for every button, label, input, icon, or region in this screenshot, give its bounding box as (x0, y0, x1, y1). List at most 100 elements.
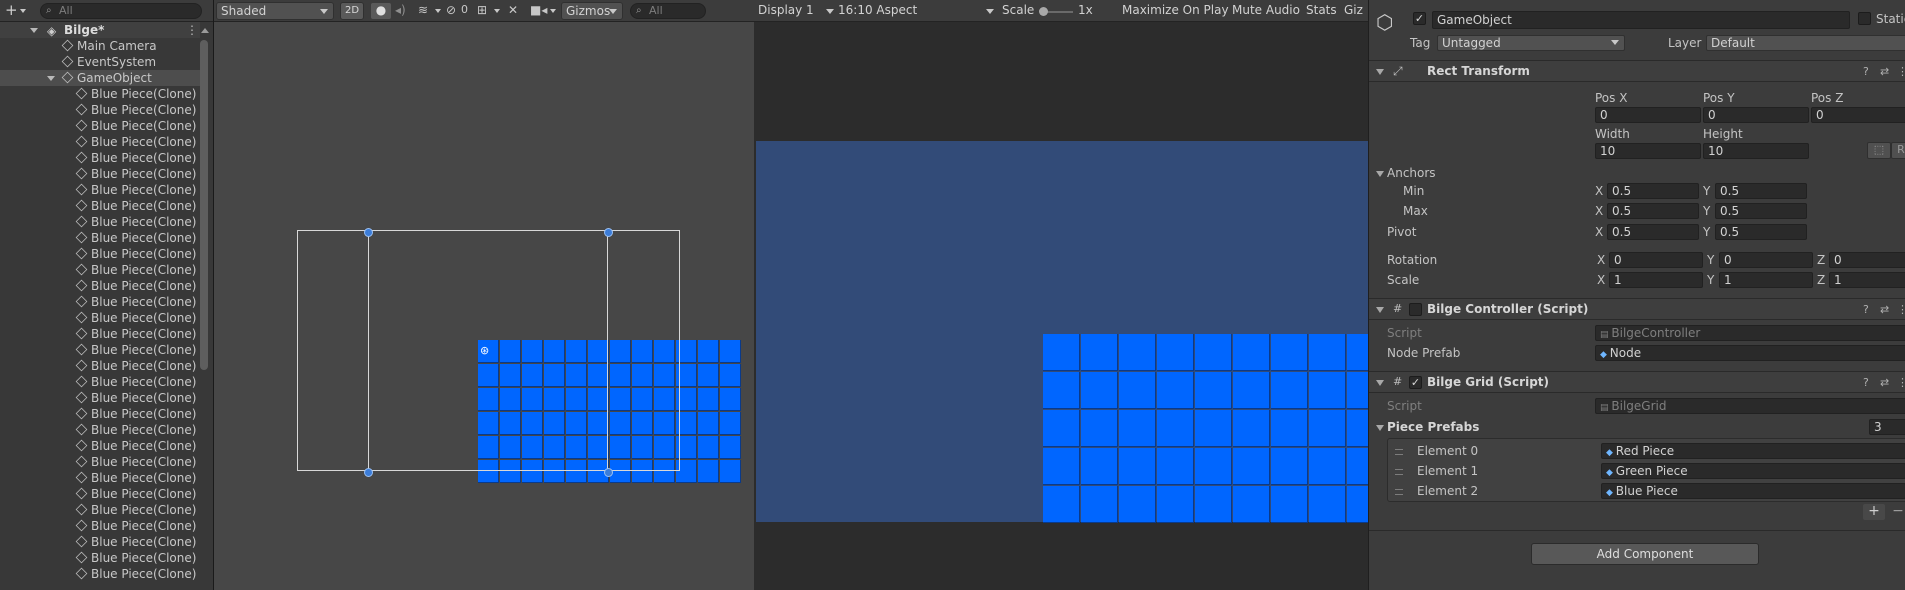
hidden-objects-toggle-icon[interactable]: ⊘ (446, 3, 456, 17)
hierarchy-item-blue-piece-clone[interactable]: Blue Piece(Clone) (0, 358, 200, 374)
pivot-x-field[interactable]: 0.5 (1607, 224, 1699, 240)
pivot-icon[interactable]: ⊛ (480, 344, 489, 357)
hierarchy-item-blue-piece-clone[interactable]: Blue Piece(Clone) (0, 390, 200, 406)
scene-search-input[interactable]: ⌕ All (630, 3, 706, 19)
width-field[interactable]: 10 (1595, 143, 1701, 159)
fold-arrow-icon[interactable] (1376, 307, 1384, 313)
shading-mode-dropdown[interactable]: Shaded (216, 2, 334, 20)
static-checkbox[interactable] (1858, 12, 1871, 25)
drag-handle-icon[interactable] (1395, 489, 1403, 495)
pos-x-field[interactable]: 0 (1595, 107, 1701, 123)
hierarchy-item-blue-piece-clone[interactable]: Blue Piece(Clone) (0, 134, 200, 150)
drag-handle-icon[interactable] (1395, 449, 1403, 455)
node-prefab-field[interactable]: ◆ Node (1595, 345, 1905, 361)
fold-arrow-icon[interactable] (1376, 69, 1384, 75)
hierarchy-item-blue-piece-clone[interactable]: Blue Piece(Clone) (0, 486, 200, 502)
raw-edit-button[interactable]: R (1891, 142, 1905, 159)
rect-handle-bottom-right[interactable] (604, 468, 613, 477)
anchor-max-y-field[interactable]: 0.5 (1715, 203, 1807, 219)
hierarchy-item-blue-piece-clone[interactable]: Blue Piece(Clone) (0, 278, 200, 294)
drag-handle-icon[interactable] (1395, 469, 1403, 475)
layer-dropdown[interactable]: Default (1706, 35, 1905, 51)
hierarchy-item-blue-piece-clone[interactable]: Blue Piece(Clone) (0, 406, 200, 422)
bilge-controller-header[interactable]: # Bilge Controller (Script) ? ⇄ ⋮ (1369, 298, 1905, 320)
hierarchy-item-blue-piece-clone[interactable]: Blue Piece(Clone) (0, 502, 200, 518)
blueprint-mode-button[interactable]: ⬚ (1867, 142, 1891, 159)
component-menu-icon[interactable]: ⋮ (1897, 303, 1905, 316)
lighting-toggle-icon[interactable]: ● (371, 3, 391, 19)
rotation-x-field[interactable]: 0 (1609, 252, 1703, 268)
rect-transform-header[interactable]: ⤢ Rect Transform ? ⇄ ⋮ (1369, 60, 1905, 82)
camera-dropdown-caret-icon[interactable] (550, 9, 556, 13)
rotation-z-field[interactable]: 0 (1829, 252, 1905, 268)
pivot-y-field[interactable]: 0.5 (1715, 224, 1807, 240)
component-menu-icon[interactable]: ⋮ (1897, 65, 1905, 78)
element-prefab-field[interactable]: ◆ Green Piece (1601, 463, 1905, 479)
hierarchy-item-blue-piece-clone[interactable]: Blue Piece(Clone) (0, 566, 200, 582)
anchor-min-x-field[interactable]: 0.5 (1607, 183, 1699, 199)
scale-z-field[interactable]: 1 (1829, 272, 1905, 288)
scale-slider-thumb[interactable] (1039, 7, 1048, 16)
hierarchy-scroll-up-icon[interactable] (201, 28, 209, 33)
help-icon[interactable]: ? (1863, 376, 1869, 389)
audio-toggle-icon[interactable]: ◂) (395, 3, 406, 17)
rect-handle-bottom-left[interactable] (364, 468, 373, 477)
help-icon[interactable]: ? (1863, 303, 1869, 316)
fold-arrow-icon[interactable] (47, 76, 55, 81)
preset-icon[interactable]: ⇄ (1880, 65, 1889, 78)
mute-audio-toggle[interactable]: Mute Audio (1232, 3, 1300, 17)
active-checkbox[interactable]: ✓ (1413, 12, 1426, 25)
scale-x-field[interactable]: 1 (1609, 272, 1703, 288)
rotation-y-field[interactable]: 0 (1719, 252, 1813, 268)
gizmos-dropdown[interactable]: Gizmos (561, 2, 623, 20)
help-icon[interactable]: ? (1863, 65, 1869, 78)
remove-element-button[interactable]: − (1887, 504, 1905, 520)
rect-handle-top-right[interactable] (604, 228, 613, 237)
hierarchy-item-blue-piece-clone[interactable]: Blue Piece(Clone) (0, 86, 200, 102)
fold-arrow-icon[interactable] (30, 28, 38, 33)
hierarchy-item-blue-piece-clone[interactable]: Blue Piece(Clone) (0, 470, 200, 486)
stats-toggle[interactable]: Stats (1306, 3, 1337, 17)
hierarchy-item-blue-piece-clone[interactable]: Blue Piece(Clone) (0, 326, 200, 342)
hierarchy-item-blue-piece-clone[interactable]: Blue Piece(Clone) (0, 550, 200, 566)
fold-arrow-icon[interactable] (1376, 380, 1384, 386)
hierarchy-item-gameobject[interactable]: GameObject (0, 70, 208, 86)
hierarchy-item-blue-piece-clone[interactable]: Blue Piece(Clone) (0, 214, 200, 230)
hierarchy-item-blue-piece-clone[interactable]: Blue Piece(Clone) (0, 422, 200, 438)
height-field[interactable]: 10 (1703, 143, 1809, 159)
gizmos-toggle[interactable]: Giz (1344, 3, 1363, 17)
hierarchy-item-eventsystem[interactable]: EventSystem (0, 54, 200, 70)
scale-y-field[interactable]: 1 (1719, 272, 1813, 288)
hierarchy-item-blue-piece-clone[interactable]: Blue Piece(Clone) (0, 310, 200, 326)
hierarchy-item-blue-piece-clone[interactable]: Blue Piece(Clone) (0, 182, 200, 198)
pos-y-field[interactable]: 0 (1703, 107, 1809, 123)
display-dropdown[interactable]: Display 1 (758, 3, 834, 17)
hierarchy-item-main-camera[interactable]: Main Camera (0, 38, 200, 54)
add-element-button[interactable]: + (1863, 504, 1885, 520)
bilge-grid-header[interactable]: # ✓ Bilge Grid (Script) ? ⇄ ⋮ (1369, 371, 1905, 393)
hierarchy-item-blue-piece-clone[interactable]: Blue Piece(Clone) (0, 342, 200, 358)
hierarchy-item-blue-piece-clone[interactable]: Blue Piece(Clone) (0, 230, 200, 246)
hierarchy-item-blue-piece-clone[interactable]: Blue Piece(Clone) (0, 262, 200, 278)
hierarchy-item-blue-piece-clone[interactable]: Blue Piece(Clone) (0, 518, 200, 534)
tag-dropdown[interactable]: Untagged (1437, 35, 1625, 51)
rect-handle-top-left[interactable] (364, 228, 373, 237)
hierarchy-item-blue-piece-clone[interactable]: Blue Piece(Clone) (0, 438, 200, 454)
aspect-dropdown[interactable]: 16:10 Aspect (838, 3, 998, 17)
hierarchy-item-blue-piece-clone[interactable]: Blue Piece(Clone) (0, 166, 200, 182)
hierarchy-item-blue-piece-clone[interactable]: Blue Piece(Clone) (0, 454, 200, 470)
scene-row[interactable]: ◈ Bilge* ⋮ (0, 22, 200, 38)
anchor-max-x-field[interactable]: 0.5 (1607, 203, 1699, 219)
hierarchy-item-blue-piece-clone[interactable]: Blue Piece(Clone) (0, 246, 200, 262)
hierarchy-item-blue-piece-clone[interactable]: Blue Piece(Clone) (0, 102, 200, 118)
element-prefab-field[interactable]: ◆ Blue Piece (1601, 483, 1905, 499)
preset-icon[interactable]: ⇄ (1880, 303, 1889, 316)
hierarchy-scrollbar[interactable] (200, 40, 208, 370)
hierarchy-item-blue-piece-clone[interactable]: Blue Piece(Clone) (0, 198, 200, 214)
scene-menu-icon[interactable]: ⋮ (186, 22, 198, 38)
preset-icon[interactable]: ⇄ (1880, 376, 1889, 389)
hierarchy-search-input[interactable]: ⌕ All (40, 3, 202, 19)
grid-toggle-icon[interactable]: ⊞ (477, 3, 487, 17)
component-enabled-checkbox[interactable]: ✓ (1409, 376, 1422, 389)
tools-toggle-icon[interactable]: ✕ (508, 3, 518, 17)
